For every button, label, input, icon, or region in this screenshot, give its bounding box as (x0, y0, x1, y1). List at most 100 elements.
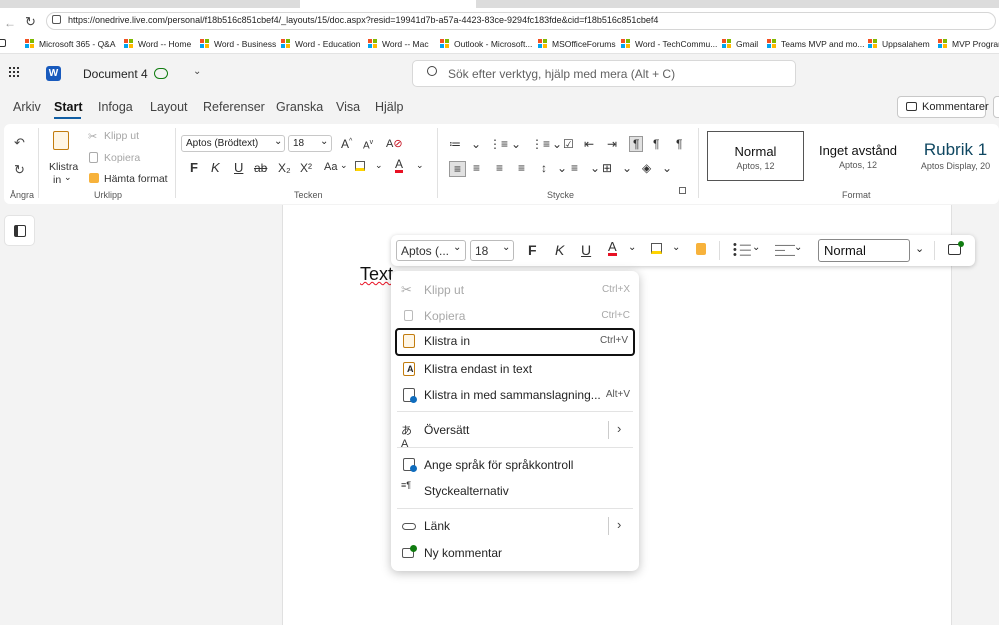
checklist-icon[interactable]: ☑ (563, 137, 574, 151)
mini-new-comment-icon[interactable] (948, 241, 964, 255)
menu-item-paragraph-options[interactable]: ≡¶ Styckealternativ (391, 478, 639, 504)
tab-referenser[interactable]: Referenser (203, 100, 265, 114)
bookmark-item[interactable]: Teams MVP and mo... (767, 38, 864, 50)
bookmark-item[interactable]: MSOfficeForums (538, 38, 616, 50)
mini-style-select[interactable]: Normal (818, 239, 910, 262)
menu-item-translate[interactable]: あA Översätt › (391, 417, 639, 450)
menu-item-set-language[interactable]: Ange språk för språkkontroll (391, 452, 639, 478)
chevron-down-icon[interactable]: ⌄ (794, 242, 802, 253)
chevron-down-icon[interactable]: ⌄ (552, 137, 562, 151)
underline-button[interactable]: U (234, 160, 243, 175)
paste-chevron-icon[interactable]: ⌄ (64, 172, 72, 183)
tab-layout[interactable]: Layout (150, 100, 188, 114)
shading-icon[interactable]: ◈ (642, 161, 651, 175)
menu-item-link[interactable]: Länk › (391, 513, 639, 539)
paste-label-2[interactable]: in (53, 174, 61, 186)
mini-underline-button[interactable]: U (581, 242, 591, 258)
chevron-down-icon[interactable]: ⌄ (416, 160, 424, 171)
tab-arkiv[interactable]: Arkiv (13, 100, 41, 114)
menu-item-cut[interactable]: ✂ Klipp ut Ctrl+X (391, 277, 639, 303)
chevron-down-icon[interactable]: ⌄ (340, 160, 348, 171)
style-heading-1[interactable]: Rubrik 1 Aptos Display, 20 (912, 131, 999, 181)
saved-cloud-icon[interactable] (154, 68, 168, 79)
bookmark-item[interactable]: Microsoft 365 - Q&A (25, 38, 116, 50)
mini-bold-button[interactable]: F (528, 242, 537, 258)
bookmark-item[interactable]: Word -- Home (124, 38, 191, 50)
paragraph-spacing-icon[interactable]: ≡ (571, 161, 578, 175)
app-launcher-icon[interactable] (9, 67, 21, 79)
menu-item-new-comment[interactable]: Ny kommentar (391, 540, 639, 566)
bookmark-item[interactable]: Gmail (722, 38, 758, 50)
comments-button[interactable]: Kommentarer (897, 96, 989, 118)
bookmark-item[interactable]: Word - Education (281, 38, 361, 50)
mini-align-icon[interactable]: ―― ― ―― (775, 241, 795, 261)
bookmark-item[interactable]: Word - TechCommu... (621, 38, 717, 50)
tab-visa[interactable]: Visa (336, 100, 360, 114)
chevron-down-icon[interactable]: ⌄ (752, 242, 760, 253)
font-size-select[interactable]: 18 ⌄ (288, 135, 332, 152)
align-left-icon[interactable]: ≡ (449, 161, 467, 177)
tab-hjälp[interactable]: Hjälp (375, 100, 404, 114)
browser-tab[interactable] (300, 0, 476, 8)
document-title[interactable]: Document 4 (83, 67, 148, 81)
decrease-indent-icon[interactable]: ⇤ (584, 137, 594, 151)
show-marks-icon[interactable]: ¶ (676, 137, 682, 151)
menu-item-paste-text-only[interactable]: A Klistra endast in text (391, 356, 639, 382)
change-case-button[interactable]: Aa (324, 161, 337, 173)
tab-granska[interactable]: Granska (276, 100, 323, 114)
tab-infoga[interactable]: Infoga (98, 100, 133, 114)
borders-icon[interactable]: ⊞ (602, 161, 612, 175)
paragraph-dialog-icon[interactable] (679, 187, 686, 194)
chevron-down-icon[interactable]: ⌄ (628, 242, 636, 253)
bookmark-item[interactable]: MVP Program (938, 38, 999, 50)
menu-item-paste[interactable]: Klistra in Ctrl+V (395, 328, 635, 356)
navigation-pane-button[interactable] (4, 215, 35, 246)
menu-item-paste-merge[interactable]: Klistra in med sammanslagning... Alt+V (391, 382, 639, 408)
chevron-down-icon[interactable]: ⌄ (622, 161, 632, 175)
more-panel-button[interactable] (993, 96, 999, 118)
redo-icon[interactable]: ↻ (14, 162, 25, 178)
mini-font-select[interactable]: Aptos (... ⌄ (396, 240, 466, 261)
tab-start[interactable]: Start (54, 100, 82, 114)
mini-font-color-icon[interactable]: A (608, 240, 617, 256)
bookmark-item[interactable]: Uppsalahem (868, 38, 930, 50)
chevron-down-icon[interactable]: ⌄ (511, 137, 521, 151)
paste-icon[interactable] (53, 131, 69, 150)
chevron-down-icon[interactable]: ⌄ (471, 137, 481, 151)
mini-bullets-icon[interactable]: • ― • ― • ― (733, 240, 751, 261)
chevron-right-icon[interactable]: › (617, 517, 621, 532)
clear-formatting-icon[interactable]: A⊘ (386, 137, 403, 150)
bookmark-item[interactable]: Word -- Mac (368, 38, 429, 50)
subscript-button[interactable]: X₂ (278, 161, 291, 175)
title-chevron-down-icon[interactable]: ⌄ (193, 66, 201, 77)
increase-indent-icon[interactable]: ⇥ (607, 137, 617, 151)
copy-icon[interactable] (89, 152, 98, 163)
site-info-icon[interactable] (52, 15, 61, 24)
highlight-icon[interactable] (355, 161, 365, 171)
mini-italic-button[interactable]: K (555, 242, 564, 258)
format-painter-label[interactable]: Hämta format (104, 173, 168, 185)
back-icon[interactable]: ← (4, 16, 16, 30)
format-painter-icon[interactable] (89, 173, 99, 183)
chevron-down-icon[interactable]: ⌄ (590, 161, 600, 175)
mini-highlight-icon[interactable] (651, 243, 662, 254)
menu-item-copy[interactable]: Kopiera Ctrl+C (391, 303, 639, 329)
align-right-icon[interactable]: ≡ (496, 161, 503, 175)
bullets-icon[interactable]: ≔ (449, 137, 461, 151)
chevron-down-icon[interactable]: ⌄ (915, 242, 924, 255)
rtl-paragraph-icon[interactable]: ¶ (653, 137, 659, 151)
cut-label[interactable]: Klipp ut (104, 130, 139, 142)
undo-icon[interactable]: ↶ (14, 135, 25, 151)
shrink-font-icon[interactable]: Av (363, 139, 373, 151)
strikethrough-button[interactable]: ab (254, 161, 267, 175)
superscript-button[interactable]: X² (300, 161, 312, 175)
chevron-down-icon[interactable]: ⌄ (557, 161, 567, 175)
align-center-icon[interactable]: ≡ (473, 161, 480, 175)
grow-font-icon[interactable]: A^ (341, 137, 352, 151)
cut-icon[interactable]: ✂ (88, 130, 97, 143)
reload-icon[interactable]: ↻ (25, 14, 36, 30)
justify-icon[interactable]: ≡ (518, 161, 525, 175)
bookmark-item[interactable]: Word - Business (200, 38, 276, 50)
mini-size-select[interactable]: 18 ⌄ (470, 240, 514, 261)
italic-button[interactable]: K (211, 160, 220, 175)
